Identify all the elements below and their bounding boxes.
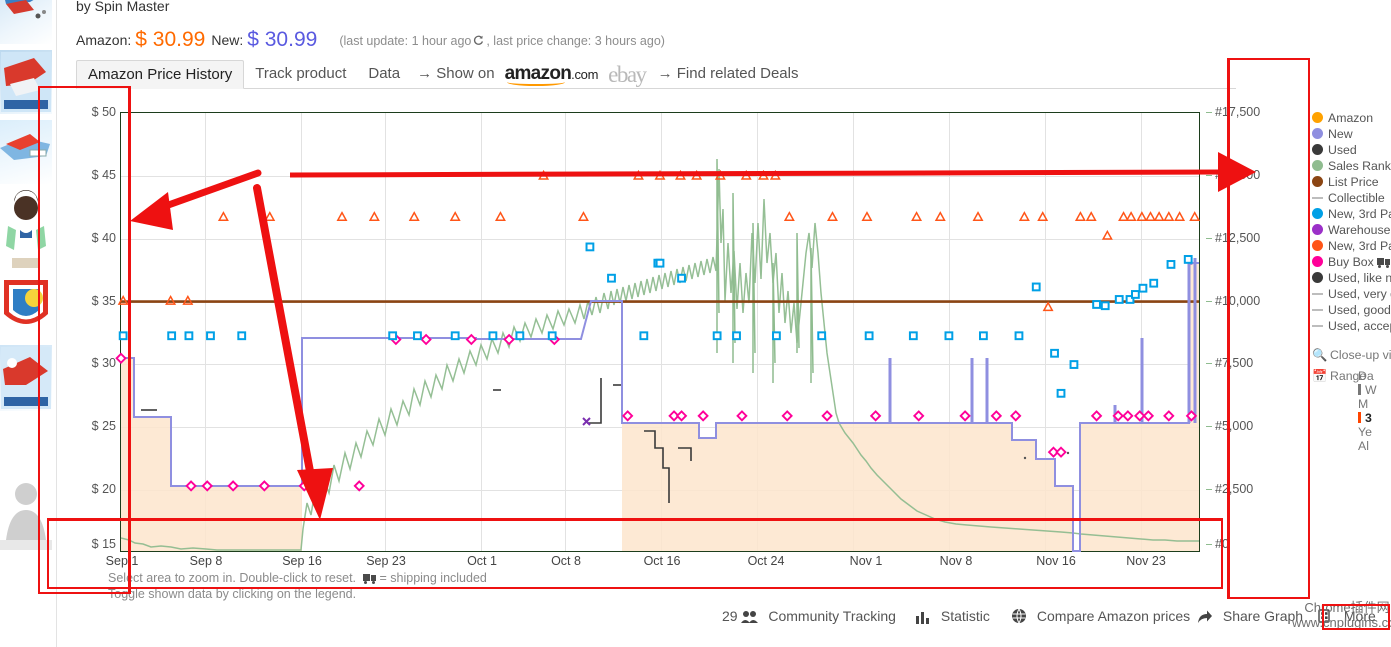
annotation-arrow-left xyxy=(160,173,258,208)
annotation-arrow-layer xyxy=(0,0,1391,647)
annotation-arrow-right xyxy=(290,172,1225,175)
annotation-arrow-left-head xyxy=(130,192,173,230)
annotation-arrow-right-head xyxy=(1218,152,1256,192)
annotation-arrow-down xyxy=(257,188,312,482)
annotation-arrow-down-head xyxy=(297,468,333,520)
keepa-price-history-page: by Spin Master Amazon:$ 30.99New:$ 30.99… xyxy=(0,0,1391,647)
